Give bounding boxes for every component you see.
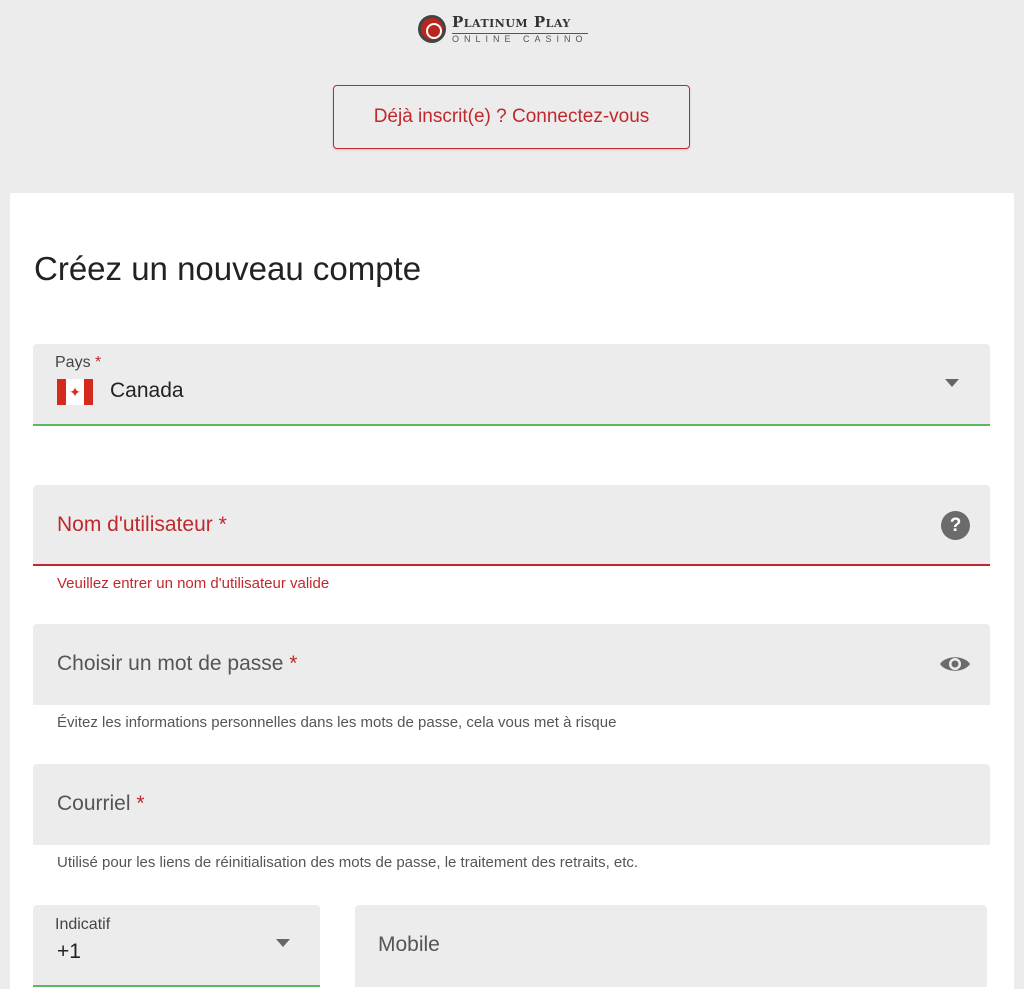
chevron-down-icon[interactable]: [276, 939, 290, 947]
eye-icon[interactable]: [938, 651, 972, 677]
mobile-label: Mobile: [378, 933, 440, 956]
canada-flag-icon: ✦: [57, 379, 93, 405]
email-field[interactable]: [33, 764, 990, 845]
username-error: Veuillez entrer un nom d'utilisateur val…: [57, 575, 330, 592]
country-label: Pays *: [55, 354, 102, 371]
logo-title: Platinum Play: [452, 12, 571, 31]
dial-code-value: +1: [57, 940, 81, 963]
password-label: Choisir un mot de passe *: [57, 652, 298, 675]
email-label: Courriel *: [57, 792, 145, 815]
casino-chip-icon: [418, 15, 446, 43]
platinum-play-logo[interactable]: Platinum Play ONLINE CASINO: [418, 12, 610, 46]
chevron-down-icon[interactable]: [945, 379, 959, 387]
email-hint: Utilisé pour les liens de réinitialisati…: [57, 854, 639, 871]
help-icon[interactable]: ?: [941, 511, 970, 540]
username-label: Nom d'utilisateur *: [57, 513, 227, 536]
form-title: Créez un nouveau compte: [34, 250, 422, 287]
password-hint: Évitez les informations personnelles dan…: [57, 714, 617, 731]
login-button[interactable]: Déjà inscrit(e) ? Connectez-vous: [333, 85, 690, 149]
mobile-field[interactable]: [355, 905, 987, 987]
country-value: Canada: [110, 379, 184, 402]
dial-code-label: Indicatif: [55, 916, 111, 933]
logo-subtitle: ONLINE CASINO: [452, 32, 588, 44]
